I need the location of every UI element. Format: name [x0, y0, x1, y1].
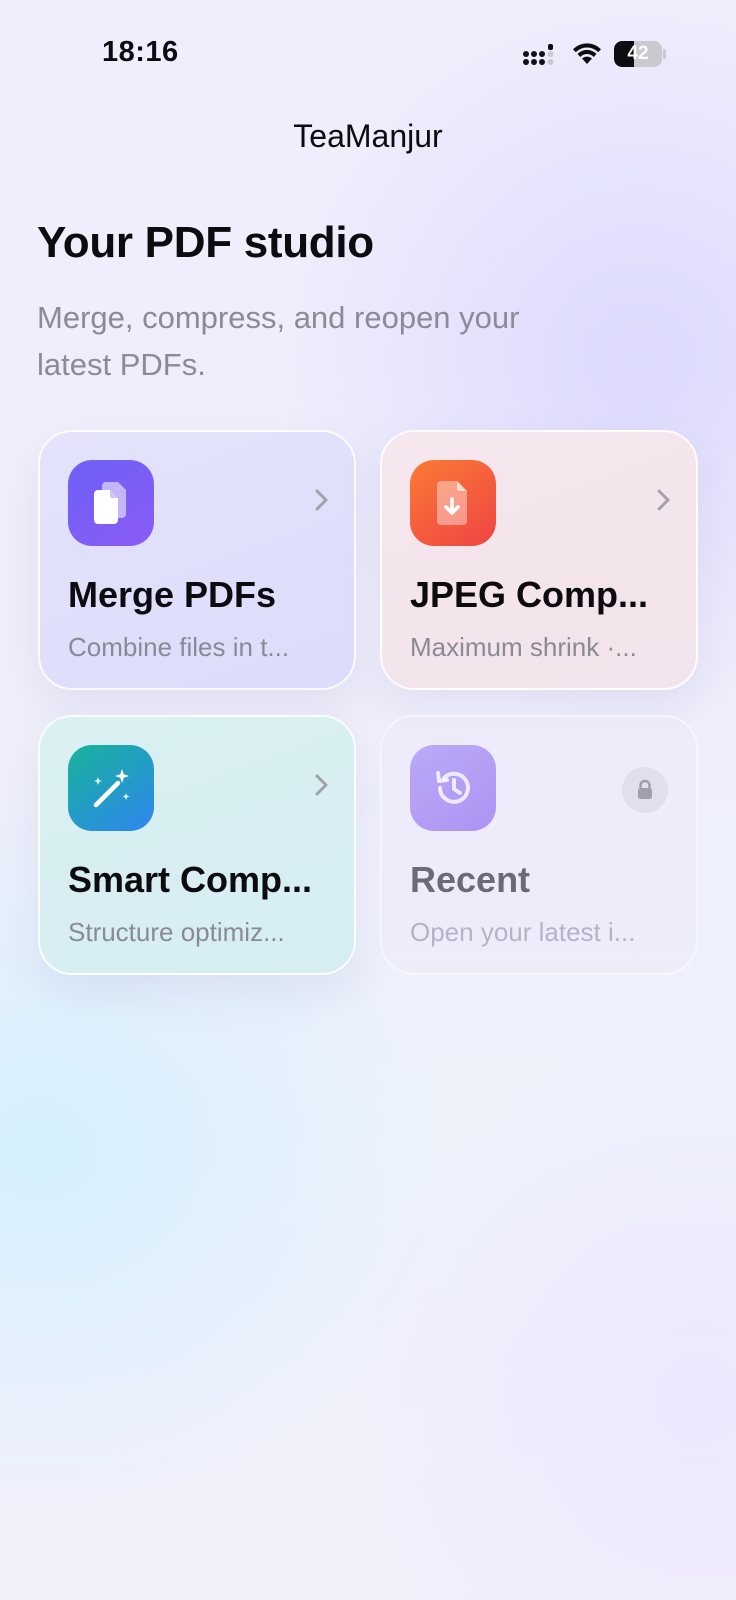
card-title: Smart Comp...	[68, 859, 313, 900]
card-subtitle: Maximum shrink ·...	[410, 632, 637, 662]
merge-pdfs-card[interactable]: Merge PDFs Combine files in t...	[38, 430, 356, 690]
card-subtitle: Open your latest i...	[410, 917, 636, 947]
lock-icon	[638, 779, 652, 799]
card-subtitle: Structure optimiz...	[68, 917, 285, 947]
file-download-icon	[410, 460, 496, 546]
status-bar: 18:16 42	[0, 0, 736, 100]
chevron-right-icon	[315, 489, 328, 511]
history-icon	[410, 745, 496, 831]
battery-cap	[663, 49, 666, 59]
chevron-right-icon	[315, 774, 328, 796]
cellular-signal-icon	[523, 44, 554, 65]
card-title: Merge PDFs	[68, 574, 277, 615]
battery-body: 42	[614, 41, 662, 67]
merge-documents-icon	[68, 460, 154, 546]
jpeg-compress-card[interactable]: JPEG Comp... Maximum shrink ·...	[380, 430, 698, 690]
battery-level: 42	[627, 43, 649, 64]
smart-compress-card[interactable]: Smart Comp... Structure optimiz...	[38, 715, 356, 975]
wifi-icon	[573, 43, 601, 64]
card-title: JPEG Comp...	[410, 574, 649, 615]
chevron-right-icon	[657, 489, 670, 511]
card-subtitle: Combine files in t...	[68, 632, 290, 662]
magic-wand-icon	[68, 745, 154, 831]
page-title: Your PDF studio	[37, 218, 374, 267]
status-time: 18:16	[102, 36, 179, 68]
lock-badge	[622, 767, 668, 813]
recent-card[interactable]: Recent Open your latest i...	[380, 715, 698, 975]
page-subtitle: Merge, compress, and reopen your latest …	[37, 300, 520, 382]
card-title: Recent	[410, 859, 531, 900]
battery-indicator: 42	[614, 41, 666, 67]
app-title: TeaManjur	[293, 118, 443, 154]
